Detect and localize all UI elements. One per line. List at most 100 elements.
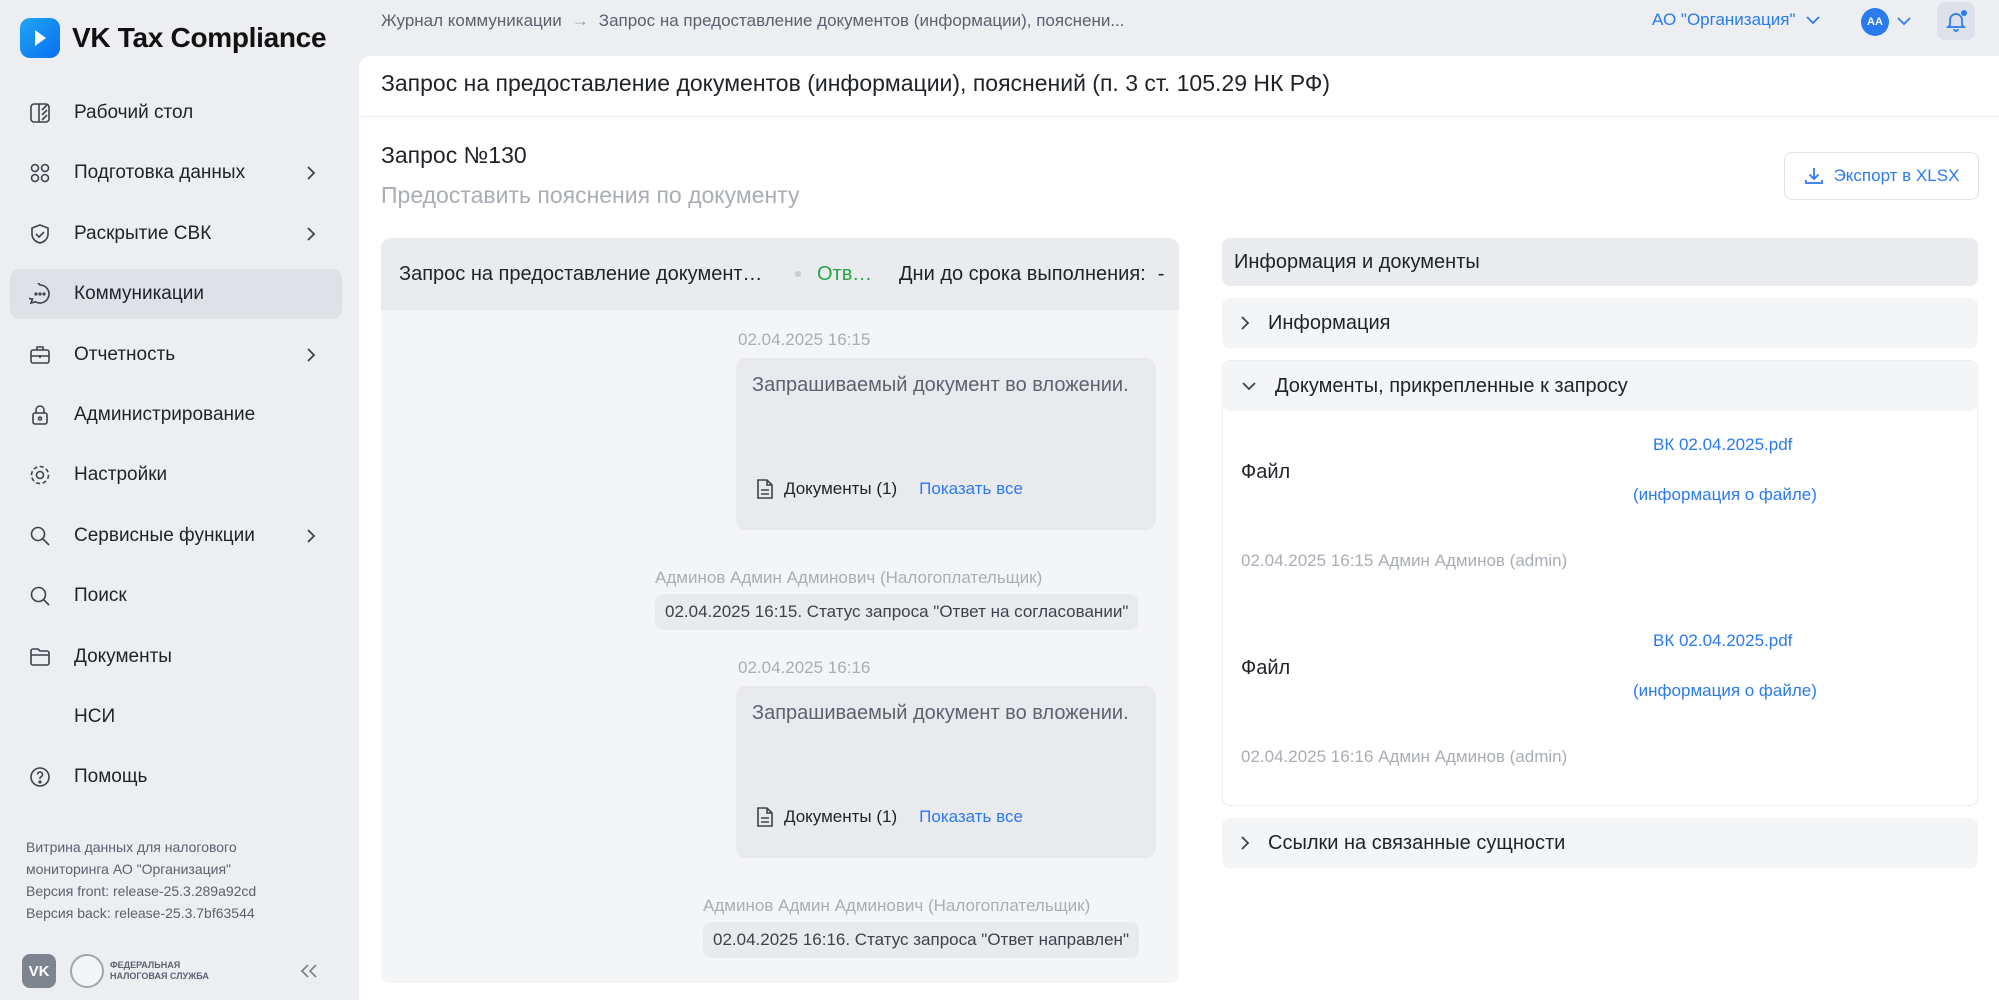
sidebar-item-service[interactable]: Сервисные функции bbox=[10, 511, 342, 561]
sidebar-item-desk[interactable]: Рабочий стол bbox=[10, 88, 342, 138]
divider bbox=[359, 116, 1999, 117]
app-name: VK Tax Compliance bbox=[72, 22, 327, 53]
sidebar-item-reporting[interactable]: Отчетность bbox=[10, 330, 342, 380]
file-info-link[interactable]: (информация о файле) bbox=[1633, 681, 1817, 701]
info-line: Витрина данных для налогового bbox=[26, 839, 237, 855]
file-label: Файл bbox=[1241, 461, 1291, 483]
accordion-header[interactable]: Ссылки на связанные сущности bbox=[1222, 818, 1978, 868]
sidebar-item-data-prep[interactable]: Подготовка данных bbox=[10, 148, 342, 198]
sidebar-item-label: Администрирование bbox=[74, 403, 256, 425]
sidebar-item-admin[interactable]: Администрирование bbox=[10, 390, 342, 440]
page-title: Запрос на предоставление документов (инф… bbox=[381, 70, 1331, 96]
file-name-link[interactable]: ВК 02.04.2025.pdf bbox=[1653, 631, 1792, 651]
main-content: Запрос на предоставление документов (инф… bbox=[359, 56, 1999, 1000]
sidebar-item-communications[interactable]: Коммуникации bbox=[10, 269, 342, 320]
document-icon bbox=[757, 479, 773, 499]
double-chevron-left-icon bbox=[300, 964, 317, 978]
sidebar-info: Витрина данных для налогового мониторинг… bbox=[26, 836, 346, 924]
info-line: мониторинга АО "Организация" bbox=[26, 861, 232, 877]
chevron-down-icon[interactable] bbox=[1897, 12, 1911, 30]
collapse-sidebar-button[interactable] bbox=[296, 958, 322, 984]
export-xlsx-button[interactable]: Экспорт в XLSX bbox=[1784, 152, 1979, 200]
notifications-button[interactable] bbox=[1937, 2, 1975, 40]
data-prep-icon bbox=[28, 161, 52, 185]
app-logo[interactable]: VK Tax Compliance bbox=[20, 18, 327, 58]
sidebar-item-documents[interactable]: Документы bbox=[10, 632, 342, 682]
sidebar-item-label: Документы bbox=[74, 645, 172, 667]
sidebar-item-label: Поиск bbox=[74, 585, 127, 607]
chevron-right-icon bbox=[307, 529, 316, 543]
file-meta: 02.04.2025 16:16 Админ Админов (admin) bbox=[1241, 747, 1568, 766]
sidebar-item-search[interactable]: Поиск bbox=[10, 571, 342, 621]
sidebar-item-svk[interactable]: Раскрытие СВК bbox=[10, 209, 342, 259]
accordion-header[interactable]: Документы, прикрепленные к запросу bbox=[1223, 361, 1977, 411]
status-change: 02.04.2025 16:16. Статус запроса "Ответ … bbox=[703, 922, 1139, 958]
help-icon bbox=[28, 765, 52, 789]
file-label: Файл bbox=[1241, 657, 1291, 679]
fns-logo-text: ФЕДЕРАЛЬНАЯ НАЛОГОВАЯ СЛУЖБА bbox=[110, 960, 209, 981]
search-icon bbox=[28, 584, 52, 608]
sidebar-item-settings[interactable]: Настройки bbox=[10, 450, 342, 500]
message-attachments: Документы (1) Показать все bbox=[756, 806, 1023, 828]
separator-dot bbox=[795, 271, 801, 277]
sidebar-item-help[interactable]: Помощь bbox=[10, 752, 342, 802]
documents-count[interactable]: Документы (1) bbox=[784, 479, 897, 499]
chevron-right-icon bbox=[1241, 836, 1250, 850]
organization-name: АО "Организация" bbox=[1652, 10, 1796, 29]
documents-count[interactable]: Документы (1) bbox=[784, 807, 897, 827]
show-all-link[interactable]: Показать все bbox=[919, 479, 1023, 499]
service-icon bbox=[28, 524, 52, 548]
file-meta: 02.04.2025 16:15 Админ Админов (admin) bbox=[1241, 551, 1568, 570]
request-number: Запрос №130 bbox=[381, 142, 527, 168]
sidebar-item-label: Коммуникации bbox=[74, 283, 204, 305]
message-time: 02.04.2025 16:15 bbox=[738, 330, 871, 349]
request-subtitle: Предоставить пояснения по документу bbox=[381, 182, 800, 208]
sidebar-item-label: Отчетность bbox=[74, 343, 176, 365]
organization-select[interactable]: АО "Организация" bbox=[1652, 10, 1820, 30]
accordion-title: Ссылки на связанные сущности bbox=[1268, 831, 1566, 854]
logo-mark-icon bbox=[20, 18, 60, 58]
sidebar-item-label: НСИ bbox=[74, 705, 116, 727]
chevron-down-icon bbox=[1805, 15, 1820, 24]
fns-emblem-icon bbox=[70, 954, 104, 988]
document-icon bbox=[757, 807, 773, 827]
gear-icon bbox=[28, 463, 52, 487]
message-attachments: Документы (1) Показать все bbox=[756, 478, 1023, 500]
file-info-link[interactable]: (информация о файле) bbox=[1633, 485, 1817, 505]
info-panel: Информация и документы Информация Докуме… bbox=[1222, 238, 1978, 870]
sidebar-item-nsi[interactable]: НСИ bbox=[10, 692, 342, 742]
briefcase-icon bbox=[28, 343, 52, 367]
sidebar-item-label: Раскрытие СВК bbox=[74, 222, 212, 244]
avatar[interactable]: АА bbox=[1861, 8, 1889, 36]
message-text: Запрашиваемый документ во вложении. bbox=[752, 702, 1129, 724]
breadcrumb-link[interactable]: Журнал коммуникации bbox=[381, 11, 562, 31]
sidebar: VK Tax Compliance Рабочий стол Подготовк… bbox=[0, 0, 357, 1000]
sidebar-item-label: Подготовка данных bbox=[74, 162, 246, 184]
message-author: Админов Админ Админович (Налогоплательщи… bbox=[703, 896, 1091, 915]
lock-icon bbox=[28, 403, 52, 427]
chat-header: Запрос на предоставление документов (инф… bbox=[381, 238, 1179, 310]
sidebar-footer: VK ФЕДЕРАЛЬНАЯ НАЛОГОВАЯ СЛУЖБА bbox=[22, 954, 322, 990]
vk-logo-icon: VK bbox=[22, 954, 56, 988]
sidebar-item-label: Рабочий стол bbox=[74, 102, 194, 123]
breadcrumb-arrow-icon: → bbox=[571, 11, 589, 30]
file-name-link[interactable]: ВК 02.04.2025.pdf bbox=[1653, 435, 1792, 455]
chat-header-title: Запрос на предоставление документов (инф… bbox=[399, 262, 769, 285]
chevron-right-icon bbox=[1241, 316, 1250, 330]
chevron-down-icon bbox=[1242, 382, 1256, 391]
breadcrumb-current: Запрос на предоставление документов (инф… bbox=[598, 11, 1125, 30]
breadcrumb: Журнал коммуникации → Запрос на предоста… bbox=[381, 11, 1125, 31]
chat-icon bbox=[28, 282, 52, 306]
accordion-header[interactable]: Информация bbox=[1222, 298, 1978, 348]
desk-icon bbox=[28, 101, 52, 125]
accordion-title: Документы, прикрепленные к запросу bbox=[1275, 374, 1628, 397]
sidebar-item-label: Сервисные функции bbox=[74, 524, 255, 546]
accordion-links[interactable]: Ссылки на связанные сущности bbox=[1222, 818, 1978, 870]
accordion-information[interactable]: Информация bbox=[1222, 298, 1978, 350]
show-all-link[interactable]: Показать все bbox=[919, 807, 1023, 827]
download-icon bbox=[1804, 168, 1823, 184]
accordion-title: Информация bbox=[1268, 311, 1391, 334]
notification-dot bbox=[1960, 9, 1968, 17]
sidebar-item-label: Помощь bbox=[74, 766, 148, 788]
shield-check-icon bbox=[28, 222, 52, 246]
